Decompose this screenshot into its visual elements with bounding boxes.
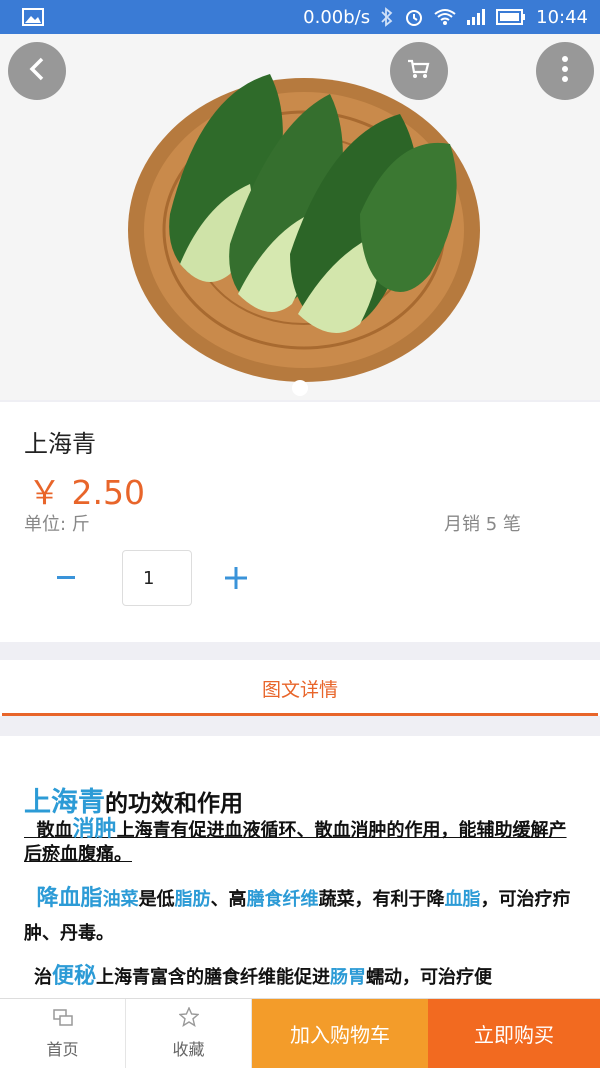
p2-text-3: 蔬菜，有利于降 bbox=[318, 889, 445, 910]
tab-image-text-detail[interactable]: 图文详情 bbox=[262, 675, 338, 702]
cart-button[interactable] bbox=[390, 42, 448, 100]
back-button[interactable] bbox=[8, 42, 66, 100]
detail-content: 上海青的功效和作用 散血消肿上海青有促进血液循环、散血消肿的作用，能辅助缓解产后… bbox=[0, 736, 600, 998]
active-tab-indicator bbox=[2, 713, 598, 716]
favorite-label: 收藏 bbox=[172, 1040, 205, 1059]
detail-tab-bar: 图文详情 bbox=[0, 660, 600, 716]
clock-time: 10:44 bbox=[536, 6, 588, 28]
product-price: ￥ 2.50 bbox=[28, 473, 145, 512]
cart-icon bbox=[407, 58, 431, 84]
gallery-icon bbox=[22, 8, 44, 26]
p2-text-1: 是低 bbox=[138, 889, 175, 910]
p2-text-2: 、高 bbox=[210, 889, 247, 910]
quantity-input[interactable]: 1 bbox=[122, 550, 192, 606]
detail-title: 上海青的功效和作用 bbox=[24, 780, 243, 819]
product-info-card: 上海青 ￥ 2.50 单位: 斤 月销 5 笔 1 bbox=[0, 402, 600, 642]
star-icon bbox=[177, 1006, 200, 1032]
p1-lead: 散血 bbox=[36, 820, 73, 841]
signal-icon bbox=[466, 8, 486, 26]
more-button[interactable] bbox=[536, 42, 594, 100]
detail-paragraph-3: 治便秘上海青富含的膳食纤维能促进肠胃蠕动，可治疗便 bbox=[34, 962, 590, 993]
network-speed: 0.00b/s bbox=[303, 6, 371, 28]
decrease-quantity-button[interactable] bbox=[48, 560, 84, 596]
p3-highlight-2: 肠胃 bbox=[330, 967, 367, 988]
product-name: 上海青 bbox=[24, 430, 96, 458]
wifi-icon bbox=[434, 8, 456, 26]
detail-title-highlight: 上海青 bbox=[24, 787, 105, 818]
add-to-cart-button[interactable]: 加入购物车 bbox=[252, 999, 428, 1068]
monthly-sales: 月销 5 笔 bbox=[444, 514, 521, 535]
p3-text-1: 上海青富含的膳食纤维能促进 bbox=[96, 967, 331, 988]
p2-highlight-2: 油菜 bbox=[102, 889, 139, 910]
status-bar: 0.00b/s 10:44 bbox=[0, 0, 600, 34]
back-icon bbox=[27, 56, 47, 86]
plus-icon bbox=[225, 567, 247, 589]
product-unit: 单位: 斤 bbox=[24, 514, 90, 535]
minus-icon bbox=[57, 576, 75, 579]
buy-now-button[interactable]: 立即购买 bbox=[428, 999, 600, 1068]
p3-text-2: 蠕动，可治疗便 bbox=[366, 967, 493, 988]
detail-paragraph-1: 散血消肿上海青有促进血液循环、散血消肿的作用，能辅助缓解产后瘀血腹痛。 bbox=[24, 818, 584, 867]
increase-quantity-button[interactable] bbox=[218, 560, 254, 596]
product-image bbox=[0, 34, 600, 400]
bluetooth-icon bbox=[380, 7, 394, 27]
p1-highlight: 消肿 bbox=[72, 817, 117, 842]
detail-paragraph-2: 降血脂油菜是低脂肪、高膳食纤维蔬菜，有利于降血脂，可治疗疖肿、丹毒。 bbox=[24, 882, 584, 951]
p2-highlight: 降血脂 bbox=[36, 886, 103, 911]
p2-highlight-3: 脂肪 bbox=[174, 889, 211, 910]
more-icon bbox=[561, 55, 569, 87]
detail-title-rest: 的功效和作用 bbox=[105, 791, 243, 817]
p2-highlight-4: 膳食纤维 bbox=[246, 889, 319, 910]
favorite-button[interactable]: 收藏 bbox=[126, 999, 252, 1068]
home-label: 首页 bbox=[46, 1039, 79, 1059]
battery-icon bbox=[496, 9, 526, 25]
bottom-action-bar: 首页 收藏 加入购物车 立即购买 bbox=[0, 998, 600, 1068]
home-button[interactable]: 首页 bbox=[0, 999, 126, 1068]
p2-highlight-5: 血脂 bbox=[444, 889, 481, 910]
carousel-indicator bbox=[292, 380, 308, 396]
p3-lead: 治 bbox=[34, 967, 52, 988]
alarm-icon bbox=[404, 7, 424, 27]
p3-highlight: 便秘 bbox=[52, 964, 97, 989]
product-image-gallery[interactable] bbox=[0, 34, 600, 400]
home-icon bbox=[52, 1008, 73, 1032]
